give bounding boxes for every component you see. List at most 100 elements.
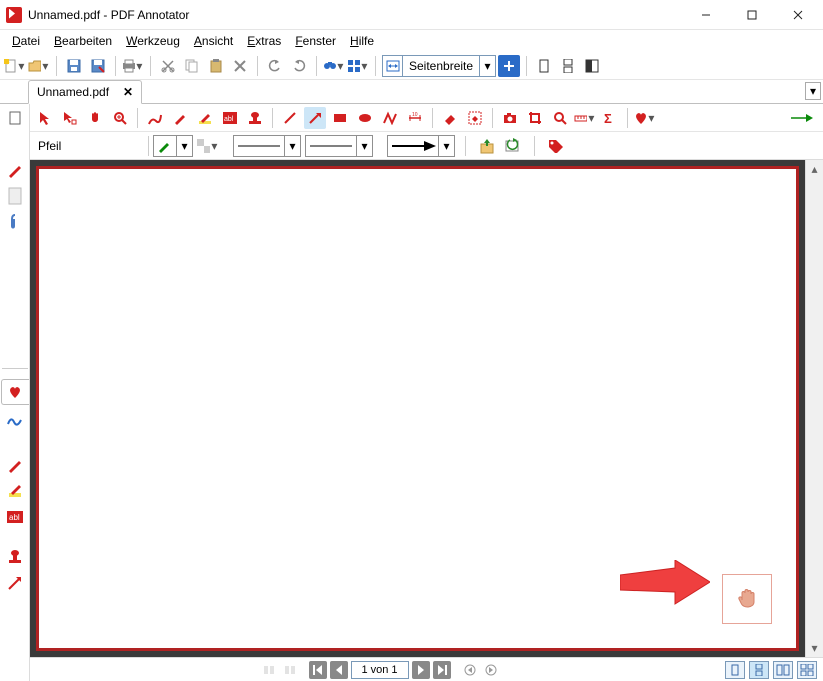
arrow-side-icon[interactable] (5, 573, 25, 593)
zoom-button[interactable] (109, 107, 131, 129)
continuous-page-button[interactable] (557, 55, 579, 77)
view-two-continuous-button[interactable] (797, 661, 817, 679)
undo-button[interactable] (264, 55, 286, 77)
close-button[interactable] (775, 0, 821, 30)
select-cursor-button[interactable] (34, 107, 56, 129)
toolbar-next-icon[interactable] (791, 113, 813, 123)
erase-area-button[interactable] (464, 107, 486, 129)
view-two-page-button[interactable] (773, 661, 793, 679)
pencil-tool-button[interactable] (169, 107, 191, 129)
transparency-button[interactable]: ▾ (197, 135, 219, 157)
next-page-button[interactable] (412, 661, 430, 679)
minimize-button[interactable] (683, 0, 729, 30)
squiggle-side-icon[interactable] (5, 411, 25, 431)
page-outline-icon[interactable] (5, 108, 25, 128)
snapshot-button[interactable] (499, 107, 521, 129)
view-continuous-button[interactable] (749, 661, 769, 679)
attachment-side-icon[interactable] (5, 212, 25, 232)
line-tool-button[interactable] (279, 107, 301, 129)
last-page-button[interactable] (433, 661, 451, 679)
tag-button[interactable] (545, 135, 567, 157)
menu-file[interactable]: Datei (6, 32, 46, 50)
stamp-side-icon[interactable] (5, 547, 25, 567)
favorite-button[interactable]: ▾ (634, 107, 656, 129)
search-tool-button[interactable] (549, 107, 571, 129)
color-picker[interactable]: ▾ (153, 135, 193, 157)
menu-extras[interactable]: Extras (241, 32, 287, 50)
reload-style-button[interactable] (502, 135, 524, 157)
paste-button[interactable] (205, 55, 227, 77)
pdf-page[interactable] (36, 166, 799, 651)
favorites-tab[interactable] (1, 379, 29, 405)
new-button[interactable]: ✦ ▾ (4, 55, 26, 77)
line-width-picker[interactable]: ▾ (305, 135, 373, 157)
arrow-tool-button[interactable] (304, 107, 326, 129)
page-thumb-next-button[interactable] (281, 661, 299, 679)
save-button[interactable] (63, 55, 85, 77)
pen-tool-button[interactable] (144, 107, 166, 129)
scroll-down-button[interactable]: ▾ (806, 639, 823, 657)
highlighter-side-icon[interactable] (5, 481, 25, 501)
arrow-style-picker[interactable]: ▾ (387, 135, 455, 157)
print-button[interactable]: ▾ (122, 55, 144, 77)
document-canvas[interactable] (30, 160, 805, 657)
pan-button[interactable] (84, 107, 106, 129)
dark-mode-button[interactable] (581, 55, 603, 77)
view-single-button[interactable] (725, 661, 745, 679)
page-side-icon[interactable] (5, 186, 25, 206)
line-width-dropdown-icon[interactable]: ▾ (356, 136, 372, 156)
highlighter-tool-button[interactable] (194, 107, 216, 129)
layout-button[interactable]: ▾ (347, 55, 369, 77)
sum-tool-button[interactable]: Σ (599, 107, 621, 129)
arrow-dropdown-icon[interactable]: ▾ (438, 136, 454, 156)
document-tab[interactable]: Unnamed.pdf ✕ (28, 80, 142, 104)
ellipse-tool-button[interactable] (354, 107, 376, 129)
tab-close-button[interactable]: ✕ (123, 85, 133, 99)
pen-side-icon[interactable] (5, 160, 25, 180)
redo-button[interactable] (288, 55, 310, 77)
page-thumb-prev-button[interactable] (260, 661, 278, 679)
tab-overflow-button[interactable]: ▾ (805, 82, 821, 100)
text-tool-button[interactable]: abl (219, 107, 241, 129)
eraser-tool-button[interactable] (439, 107, 461, 129)
prev-page-button[interactable] (330, 661, 348, 679)
line-style-dropdown-icon[interactable]: ▾ (284, 136, 300, 156)
floating-pan-button[interactable] (722, 574, 772, 624)
zoom-value: Seitenbreite (403, 59, 479, 73)
pencil-side-icon[interactable] (5, 455, 25, 475)
menu-window[interactable]: Fenster (289, 32, 342, 50)
menu-view[interactable]: Ansicht (188, 32, 239, 50)
save-as-button[interactable] (87, 55, 109, 77)
first-page-button[interactable] (309, 661, 327, 679)
zoom-selector[interactable]: Seitenbreite ▾ (382, 55, 496, 77)
menu-edit[interactable]: Bearbeiten (48, 32, 118, 50)
measure-tool-button[interactable]: ▾ (574, 107, 596, 129)
vertical-scrollbar[interactable]: ▴ ▾ (805, 160, 823, 657)
single-page-button[interactable] (533, 55, 555, 77)
open-button[interactable]: ▾ (28, 55, 50, 77)
find-button[interactable]: ▾ (323, 55, 345, 77)
scroll-up-button[interactable]: ▴ (806, 160, 823, 178)
save-style-button[interactable] (476, 135, 498, 157)
stamp-tool-button[interactable] (244, 107, 266, 129)
scroll-track[interactable] (806, 178, 823, 639)
color-dropdown-icon[interactable]: ▾ (176, 136, 192, 156)
menu-tool[interactable]: Werkzeug (120, 32, 186, 50)
crop-button[interactable] (524, 107, 546, 129)
cut-button[interactable] (157, 55, 179, 77)
textbox-side-icon[interactable]: abl (5, 507, 25, 527)
page-input[interactable] (351, 661, 409, 679)
menu-help[interactable]: Hilfe (344, 32, 380, 50)
select-edit-button[interactable] (59, 107, 81, 129)
nav-forward-button[interactable] (482, 661, 500, 679)
zoom-dropdown-icon[interactable]: ▾ (479, 56, 495, 76)
zoom-add-button[interactable] (498, 55, 520, 77)
nav-back-button[interactable] (461, 661, 479, 679)
dimension-tool-button[interactable]: 10 (404, 107, 426, 129)
delete-button[interactable] (229, 55, 251, 77)
rectangle-tool-button[interactable] (329, 107, 351, 129)
copy-button[interactable] (181, 55, 203, 77)
polyline-tool-button[interactable] (379, 107, 401, 129)
maximize-button[interactable] (729, 0, 775, 30)
line-style-picker[interactable]: ▾ (233, 135, 301, 157)
